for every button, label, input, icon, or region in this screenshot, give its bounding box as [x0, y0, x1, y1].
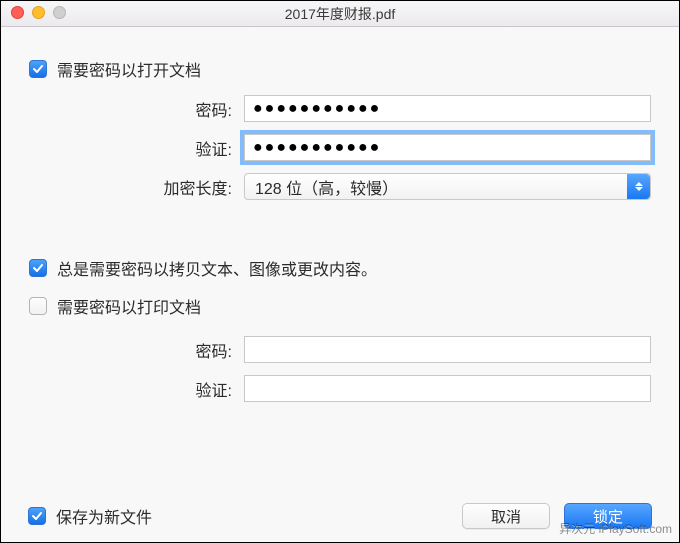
open-password-row: 密码:: [29, 95, 651, 122]
open-password-label: 密码:: [29, 97, 244, 121]
window-controls: [11, 6, 66, 19]
always-require-label: 总是需要密码以拷贝文本、图像或更改内容。: [57, 256, 377, 280]
confirm-button-label: 锁定: [593, 506, 623, 527]
perm-verify-row: 验证:: [29, 375, 651, 402]
footer-left: 保存为新文件: [28, 504, 462, 528]
encryption-select[interactable]: 128 位（高，较慢）: [244, 173, 651, 200]
require-open-password-checkbox[interactable]: [29, 60, 47, 78]
cancel-button-label: 取消: [491, 506, 521, 527]
minimize-icon[interactable]: [32, 6, 45, 19]
always-require-row: 总是需要密码以拷贝文本、图像或更改内容。: [29, 256, 651, 280]
open-verify-label: 验证:: [29, 136, 244, 160]
window-title: 2017年度财报.pdf: [285, 4, 396, 24]
chevron-updown-icon: [627, 174, 650, 199]
save-new-file-checkbox[interactable]: [28, 507, 46, 525]
require-print-row: 需要密码以打印文档: [29, 294, 651, 318]
open-verify-row: 验证:: [29, 134, 651, 161]
open-verify-input[interactable]: [244, 134, 651, 161]
require-print-checkbox[interactable]: [29, 297, 47, 315]
close-icon[interactable]: [11, 6, 24, 19]
titlebar: 2017年度财报.pdf: [1, 1, 679, 27]
always-require-checkbox[interactable]: [29, 259, 47, 277]
perm-verify-label: 验证:: [29, 377, 244, 401]
confirm-button[interactable]: 锁定: [564, 503, 652, 529]
encryption-select-value: 128 位（高，较慢）: [255, 175, 398, 199]
save-new-file-label: 保存为新文件: [56, 504, 152, 528]
perm-verify-input[interactable]: [244, 375, 651, 402]
open-password-input[interactable]: [244, 95, 651, 122]
require-print-label: 需要密码以打印文档: [57, 294, 201, 318]
perm-password-label: 密码:: [29, 338, 244, 362]
encryption-row: 加密长度: 128 位（高，较慢）: [29, 173, 651, 200]
footer: 保存为新文件 取消 锁定: [0, 503, 680, 529]
cancel-button[interactable]: 取消: [462, 503, 550, 529]
perm-password-row: 密码:: [29, 336, 651, 363]
encryption-label: 加密长度:: [29, 175, 244, 199]
dialog-content: 需要密码以打开文档 密码: 验证: 加密长度: 128 位（高，较慢） 总: [1, 27, 679, 402]
perm-password-input[interactable]: [244, 336, 651, 363]
require-open-password-label: 需要密码以打开文档: [57, 57, 201, 81]
require-open-password-row: 需要密码以打开文档: [29, 57, 651, 81]
maximize-icon: [53, 6, 66, 19]
